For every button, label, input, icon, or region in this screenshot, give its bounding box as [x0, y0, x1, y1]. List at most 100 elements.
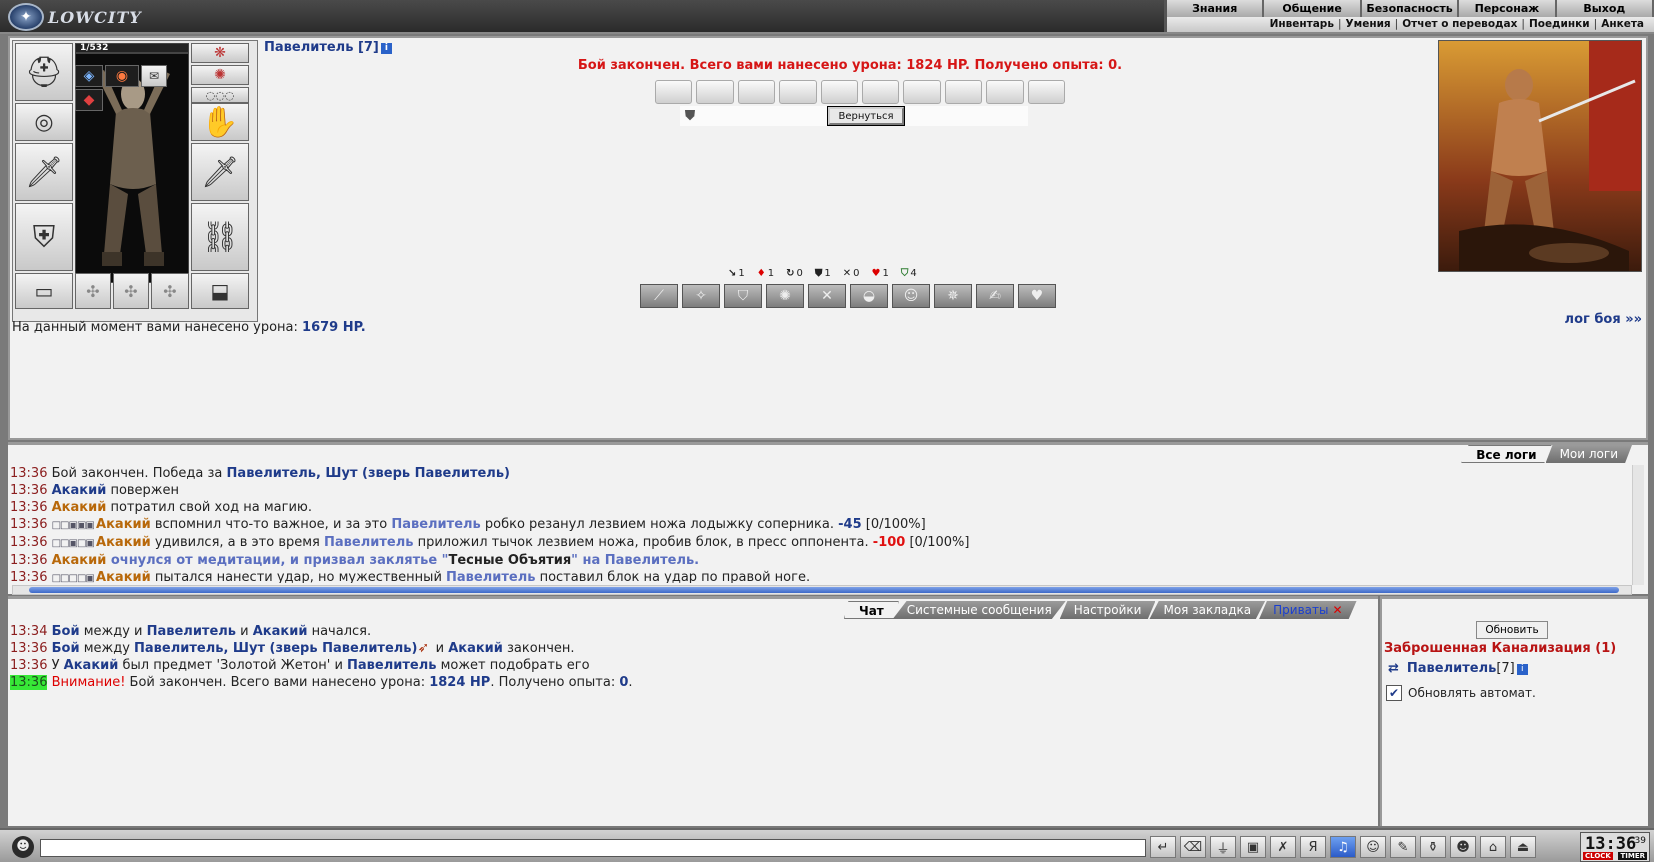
- submenu-duels[interactable]: Поединки: [1525, 17, 1594, 32]
- tab-my-logs[interactable]: Мои логи: [1545, 445, 1632, 463]
- necklace-slot[interactable]: ✺: [191, 65, 249, 85]
- smiles-button[interactable]: ☺: [1360, 836, 1386, 858]
- scroll-slot[interactable]: [944, 80, 983, 104]
- weapon-left-slot[interactable]: 🗡: [15, 143, 73, 201]
- ring-slot-1[interactable]: ◈: [75, 65, 103, 87]
- skill-strike-button[interactable]: ⟋: [640, 284, 678, 308]
- skill-5-button[interactable]: ✕: [808, 284, 846, 308]
- player-link[interactable]: Акакий: [96, 535, 151, 550]
- player-link[interactable]: Павелитель, Шут (зверь Павелитель): [134, 641, 417, 656]
- scroll-slot[interactable]: [696, 80, 734, 104]
- player-name[interactable]: Павелитель [7] i: [264, 40, 392, 55]
- helmet-slot[interactable]: ⛑: [15, 43, 73, 101]
- battle-log-link[interactable]: лог боя »»: [1565, 312, 1642, 327]
- player-link[interactable]: " на: [571, 553, 605, 568]
- timestamp[interactable]: 13:36: [10, 553, 47, 568]
- skill-shield-button[interactable]: ⛉: [724, 284, 762, 308]
- scroll-slot[interactable]: [986, 80, 1024, 104]
- player-link[interactable]: 1824 HP: [429, 675, 490, 690]
- log-vertical-scrollbar[interactable]: [1632, 465, 1644, 585]
- shop-button[interactable]: ⌂: [1480, 836, 1506, 858]
- timestamp[interactable]: 13:36: [10, 675, 48, 690]
- bracers-slot[interactable]: ◎: [15, 103, 73, 141]
- timestamp[interactable]: 13:36: [10, 658, 47, 673]
- armor-slot[interactable]: ⛨: [15, 203, 73, 271]
- scroll-slot[interactable]: [737, 80, 776, 104]
- player-link[interactable]: Павелитель: [324, 535, 413, 550]
- player-link[interactable]: Павелитель: [147, 624, 236, 639]
- submenu-skills[interactable]: Умения: [1342, 17, 1395, 32]
- close-icon[interactable]: ✕: [1332, 603, 1342, 617]
- menu-character[interactable]: Персонаж: [1459, 0, 1557, 17]
- private-message-icon[interactable]: ⇄: [1388, 661, 1399, 676]
- player-link[interactable]: Бой: [52, 641, 80, 656]
- skill-2-button[interactable]: ✧: [682, 284, 720, 308]
- timestamp[interactable]: 13:36: [10, 535, 47, 550]
- scroll-slot[interactable]: [903, 80, 941, 104]
- music-button[interactable]: ♫: [1330, 836, 1356, 858]
- belt-item-slot-1[interactable]: ✣: [75, 273, 111, 309]
- tab-my-bookmark[interactable]: Моя закладка: [1149, 601, 1266, 619]
- refresh-button[interactable]: Обновить: [1476, 621, 1548, 639]
- ring-slot-2[interactable]: ◉: [105, 65, 139, 87]
- user-button[interactable]: ☻: [1450, 836, 1476, 858]
- player-link[interactable]: Акакий: [64, 658, 119, 673]
- skill-heart-button[interactable]: ♥: [1018, 284, 1056, 308]
- log-horizontal-scrollbar[interactable]: [12, 585, 1632, 595]
- player-link[interactable]: Павелитель, Шут (зверь Павелитель): [227, 466, 510, 481]
- player-link[interactable]: Бой: [52, 624, 80, 639]
- exit-button[interactable]: ⏏: [1510, 836, 1536, 858]
- tab-settings[interactable]: Настройки: [1059, 601, 1156, 619]
- submenu-transfers[interactable]: Отчет о переводах: [1398, 17, 1521, 32]
- skill-7-button[interactable]: ☺: [892, 284, 930, 308]
- player-link[interactable]: Павелитель: [446, 570, 535, 583]
- menu-communication[interactable]: Общение: [1264, 0, 1362, 17]
- player-link[interactable]: Акакий: [253, 624, 308, 639]
- clear-button[interactable]: ⌫: [1180, 836, 1206, 858]
- player-link[interactable]: Акакий: [96, 517, 151, 532]
- inventory-button[interactable]: ⚱: [1420, 836, 1446, 858]
- menu-exit[interactable]: Выход: [1557, 0, 1654, 17]
- tab-all-logs[interactable]: Все логи: [1461, 445, 1552, 463]
- skill-8-button[interactable]: ✵: [934, 284, 972, 308]
- translit-button[interactable]: Я: [1300, 836, 1326, 858]
- scroll-slot[interactable]: [862, 80, 900, 104]
- tab-system-messages[interactable]: Системные сообщения: [892, 601, 1066, 619]
- player-link[interactable]: Акакий: [52, 553, 107, 568]
- belt-item-slot-3[interactable]: ✣: [151, 273, 189, 309]
- location-user[interactable]: ⇄ Павелитель[7] i: [1388, 661, 1528, 676]
- chat-mode-button[interactable]: ✎: [1390, 836, 1416, 858]
- chat-person-icon[interactable]: ☻: [12, 836, 34, 858]
- return-button[interactable]: Вернуться: [827, 106, 905, 126]
- boots-slot[interactable]: ⬓: [191, 273, 249, 309]
- player-link[interactable]: очнулся от медитации, и призвал заклятье…: [106, 553, 449, 568]
- filter-button[interactable]: ⏚: [1210, 836, 1236, 858]
- timestamp[interactable]: 13:36: [10, 641, 47, 656]
- submenu-inventory[interactable]: Инвентарь: [1266, 17, 1338, 32]
- scrollbar-thumb[interactable]: [29, 587, 1619, 593]
- logo[interactable]: ✦ LOWCITY: [8, 3, 142, 31]
- rings-slot[interactable]: ◌◌◌: [191, 87, 249, 103]
- player-link[interactable]: Акакий: [96, 570, 151, 583]
- tab-private[interactable]: Приваты ✕: [1259, 601, 1357, 619]
- weapon-right-slot[interactable]: 🗡: [191, 143, 249, 201]
- chat-input[interactable]: [40, 839, 1146, 857]
- leggings-slot[interactable]: ⛓: [191, 203, 249, 271]
- scroll-slot[interactable]: [779, 80, 817, 104]
- timestamp[interactable]: 13:36: [10, 517, 47, 532]
- scroll-slot[interactable]: ✉: [141, 65, 167, 87]
- belt-slot[interactable]: ▭: [15, 273, 73, 309]
- belt-item-slot-2[interactable]: ✣: [113, 273, 149, 309]
- scroll-slot[interactable]: [820, 80, 859, 104]
- send-button[interactable]: ↵: [1150, 836, 1176, 858]
- scroll-slot[interactable]: [655, 80, 693, 104]
- timestamp[interactable]: 13:36: [10, 466, 47, 481]
- gloves-slot[interactable]: ✋: [191, 103, 249, 141]
- skill-4-button[interactable]: ✺: [766, 284, 804, 308]
- player-link[interactable]: Павелитель: [391, 517, 480, 532]
- clock-timer[interactable]: 13:36 39 CLOCK TIMER: [1580, 832, 1650, 862]
- timestamp[interactable]: 13:36: [10, 570, 47, 583]
- info-icon[interactable]: i: [1516, 664, 1528, 675]
- auto-refresh-option[interactable]: ✔ Обновлять автомат.: [1386, 685, 1536, 701]
- player-link[interactable]: Акакий: [448, 641, 503, 656]
